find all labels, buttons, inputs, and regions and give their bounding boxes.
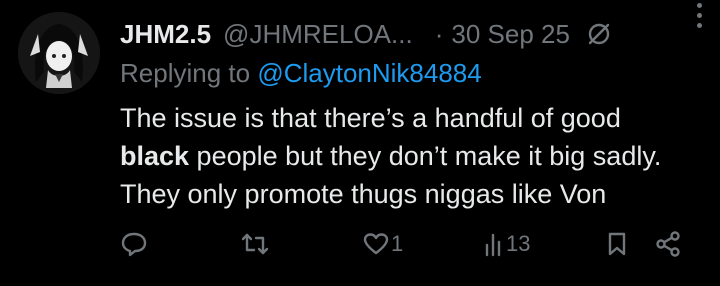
tweet-header: JHM2.5 @JHMRELOA... · 30 Sep 25 [120, 17, 700, 51]
post-date[interactable]: 30 Sep 25 [451, 19, 570, 50]
like-button[interactable]: 1 [362, 224, 403, 264]
heart-icon [363, 233, 389, 255]
action-bar: 1 13 [0, 224, 720, 264]
share-button[interactable] [654, 224, 682, 264]
bold-word: black [120, 141, 190, 171]
tweet-text: The issue is that there’s a handful of g… [120, 99, 710, 213]
views-count: 13 [506, 231, 531, 256]
avatar[interactable] [18, 12, 100, 94]
tweet[interactable]: JHM2.5 @JHMRELOA... · 30 Sep 25 Replying… [0, 0, 720, 286]
display-name[interactable]: JHM2.5 [120, 19, 211, 50]
bookmark-icon [608, 232, 626, 256]
muted-conversation-icon [586, 21, 612, 47]
reply-button[interactable] [120, 224, 148, 264]
tweet-text-line-2: black people but they don’t make it big … [120, 137, 710, 175]
views-button[interactable]: 13 [484, 224, 530, 264]
separator-dot: · [434, 18, 444, 49]
share-icon [656, 231, 680, 257]
tweet-text-line-3: They only promote thugs niggas like Von [120, 179, 607, 209]
replying-to-label: Replying to [120, 58, 251, 88]
avatar-illustration [18, 12, 100, 94]
more-options-icon[interactable] [697, 3, 702, 28]
like-count: 1 [391, 231, 404, 256]
replying-to-mention[interactable]: @ClaytonNik84884 [257, 58, 481, 88]
repost-icon [241, 233, 269, 255]
tweet-text-line-2-rest: people but they don’t make it big sadly. [189, 141, 662, 171]
tweet-text-line-1: The issue is that there’s a handful of g… [120, 103, 621, 133]
reply-icon [121, 232, 147, 257]
user-handle[interactable]: @JHMRELOA... [223, 19, 413, 50]
replying-to-line: Replying to @ClaytonNik84884 [120, 58, 482, 89]
repost-button[interactable] [240, 224, 270, 264]
views-chart-icon [485, 233, 501, 257]
bookmark-button[interactable] [606, 224, 628, 264]
